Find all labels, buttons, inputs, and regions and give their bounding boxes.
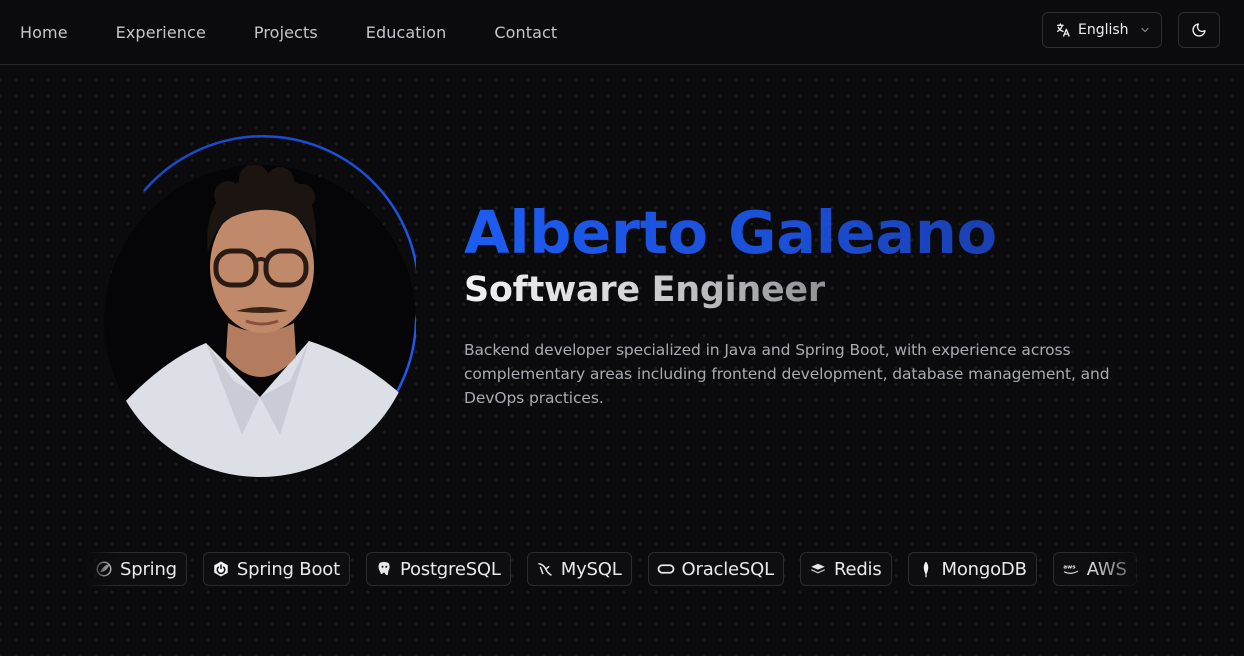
chevron-down-icon (1139, 24, 1151, 36)
svg-text:aws: aws (1063, 564, 1076, 570)
moon-icon (1191, 22, 1207, 38)
tech-badge-mysql: MySQL (526, 552, 632, 586)
tech-badge-aws: aws AWS (1052, 552, 1137, 586)
tech-badge-postgresql: PostgreSQL (365, 552, 511, 586)
theme-toggle-button[interactable] (1178, 12, 1220, 48)
oracle-icon (657, 560, 675, 578)
tech-badge-oracle: OracleSQL (647, 552, 784, 586)
nav-link-contact[interactable]: Contact (494, 23, 557, 42)
tech-badge-docker (1152, 552, 1158, 586)
tech-badge-mongodb: MongoDB (907, 552, 1037, 586)
mysql-icon (536, 560, 554, 578)
nav-link-projects[interactable]: Projects (254, 23, 318, 42)
language-label: English (1078, 22, 1129, 38)
nav-links: Home Experience Projects Education Conta… (20, 0, 605, 64)
tech-badge-label: MySQL (560, 558, 622, 580)
nav-link-home[interactable]: Home (20, 23, 68, 42)
tech-badge-redis: Redis (799, 552, 892, 586)
spring-icon (95, 560, 113, 578)
tech-badge-label: Spring (120, 558, 177, 580)
spring-boot-icon (212, 560, 230, 578)
tech-badge-label: Spring Boot (236, 558, 340, 580)
tech-badge-label: PostgreSQL (399, 558, 501, 580)
hero-role: Software Engineer (464, 270, 825, 310)
tech-badge-label: OracleSQL (681, 558, 775, 580)
tech-badge-spring: Spring (86, 552, 187, 586)
language-select[interactable]: English (1042, 12, 1162, 48)
profile-photo (104, 135, 420, 479)
tech-badge-label: AWS (1086, 558, 1127, 580)
aws-icon: aws (1062, 560, 1080, 578)
top-navbar: Home Experience Projects Education Conta… (0, 0, 1244, 65)
hero-name: Alberto Galeano (464, 198, 997, 267)
tech-badge-label: MongoDB (941, 558, 1027, 580)
tech-badge-label: Redis (833, 558, 882, 580)
redis-icon (809, 560, 827, 578)
mongodb-icon (917, 560, 935, 578)
translate-icon (1055, 22, 1071, 38)
postgresql-icon (375, 560, 393, 578)
nav-link-experience[interactable]: Experience (116, 23, 206, 42)
nav-link-education[interactable]: Education (366, 23, 447, 42)
hero-description: Backend developer specialized in Java an… (464, 341, 1110, 407)
tech-stack-marquee: Spring Spring Boot PostgreSQL MySQL Orac… (86, 552, 1158, 586)
tech-badge-spring-boot: Spring Boot (202, 552, 350, 586)
